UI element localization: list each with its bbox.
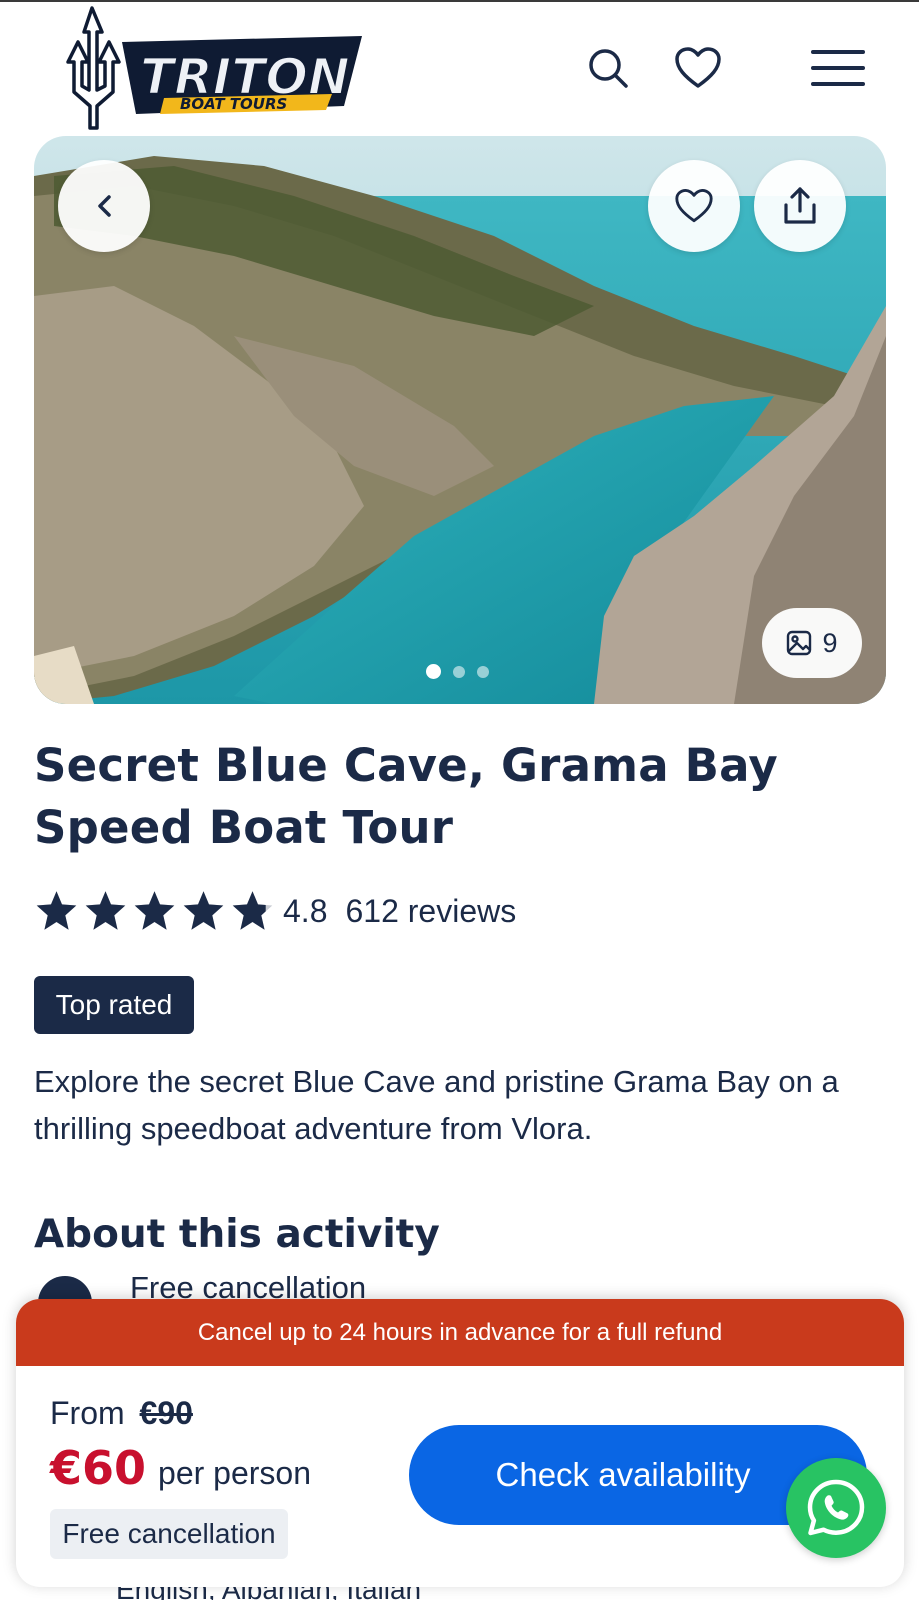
- booking-card: Cancel up to 24 hours in advance for a f…: [16, 1299, 904, 1587]
- free-cancellation-tag: Free cancellation: [50, 1509, 288, 1559]
- rating-summary[interactable]: 4.8 612 reviews: [34, 886, 516, 936]
- photo-count-button[interactable]: 9: [762, 608, 862, 678]
- cancellation-banner: Cancel up to 24 hours in advance for a f…: [16, 1299, 904, 1366]
- star-icon: [183, 891, 224, 930]
- current-price-line: €60 per person: [50, 1441, 311, 1495]
- whatsapp-button[interactable]: [786, 1458, 886, 1558]
- share-button[interactable]: [754, 160, 846, 252]
- whatsapp-icon: [807, 1479, 865, 1536]
- image-icon: [787, 630, 812, 656]
- hero-gallery[interactable]: 9: [34, 136, 886, 704]
- triton-logo[interactable]: TRITON BOAT TOURS: [44, 2, 370, 134]
- search-icon[interactable]: [580, 40, 636, 96]
- star-rating: [34, 889, 275, 933]
- original-price: €90: [139, 1395, 193, 1431]
- carousel-dot[interactable]: [426, 664, 441, 679]
- per-person-label: per person: [158, 1455, 312, 1491]
- carousel-dot[interactable]: [453, 665, 465, 678]
- share-icon: [784, 187, 816, 224]
- back-button[interactable]: [58, 160, 150, 252]
- about-heading: About this activity: [34, 1212, 440, 1257]
- from-label: From: [50, 1395, 125, 1431]
- page-title: Secret Blue Cave, Grama Bay Speed Boat T…: [34, 739, 778, 854]
- reviews-link[interactable]: 612 reviews: [345, 893, 516, 930]
- from-price-line: From €90: [50, 1395, 193, 1432]
- star-icon: [134, 891, 175, 930]
- site-header: TRITON BOAT TOURS: [0, 0, 919, 135]
- carousel-dot[interactable]: [477, 665, 489, 678]
- star-icon: [85, 891, 126, 930]
- rating-value: 4.8: [283, 892, 328, 929]
- photo-count-label: 9: [822, 627, 838, 658]
- heart-icon[interactable]: [670, 40, 726, 96]
- chevron-left-icon: [98, 195, 111, 217]
- top-rated-badge: Top rated: [34, 976, 194, 1034]
- star-icon: [232, 891, 273, 930]
- current-price: €60: [50, 1441, 147, 1495]
- star-icon: [36, 891, 77, 930]
- tour-description: Explore the secret Blue Cave and pristin…: [34, 1064, 839, 1146]
- logo-subtext: BOAT TOURS: [180, 95, 287, 113]
- save-wishlist-button[interactable]: [648, 160, 740, 252]
- heart-icon: [675, 189, 713, 223]
- carousel-dots: [426, 664, 489, 679]
- hamburger-menu-icon[interactable]: [808, 40, 868, 96]
